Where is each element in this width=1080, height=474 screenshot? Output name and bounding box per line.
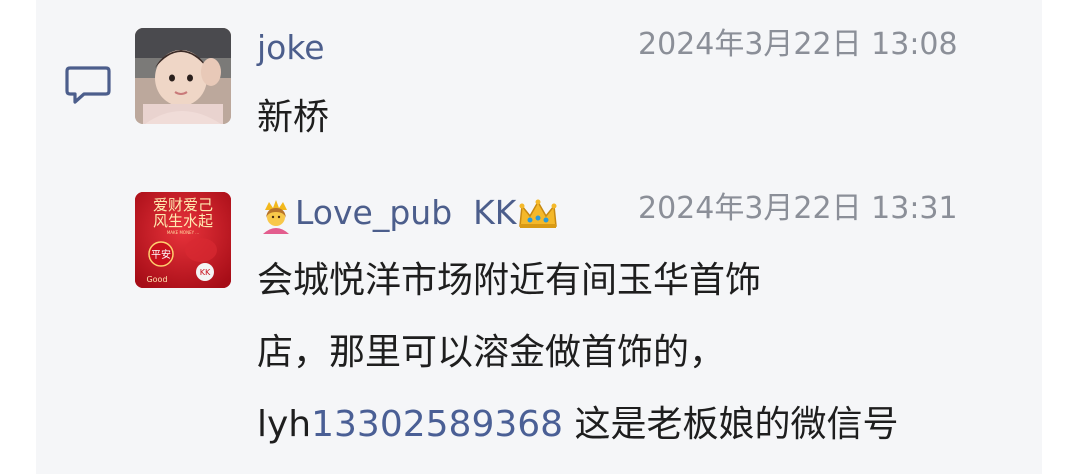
- comment-timestamp: 2024年3月22日 13:08: [638, 27, 958, 62]
- comment-text-line: 店，那里可以溶金做首饰的，: [257, 332, 726, 373]
- child-photo-icon: [135, 28, 231, 124]
- avatar-small-text: MAKE MONEY ...: [167, 230, 199, 235]
- avatar[interactable]: 爱财爱己 风生水起 MAKE MONEY ... 平安 Good KK: [135, 192, 231, 288]
- crown-icon: [519, 199, 558, 228]
- comment-timestamp: 2024年3月22日 13:31: [638, 191, 958, 226]
- comment-text: 新桥: [257, 97, 330, 138]
- avatar-middle-text: 风生水起: [153, 212, 213, 230]
- comment-text-line: lyh13302589368 这是老板娘的微信号: [257, 403, 899, 447]
- avatar[interactable]: [135, 28, 231, 124]
- comment-author[interactable]: joke: [257, 28, 325, 68]
- comment-author-row[interactable]: Love_pub KK: [257, 193, 560, 234]
- avatar-kk-text: KK: [200, 268, 211, 277]
- avatar-badge-text: 平安: [151, 248, 171, 261]
- phone-number-link[interactable]: 13302589368: [311, 404, 563, 445]
- avatar-good-text: Good: [146, 275, 167, 284]
- person-emoji-icon: [263, 199, 289, 234]
- comment-bubble-icon[interactable]: [64, 64, 112, 106]
- comment-text-line: 会城悦洋市场附近有间玉华首饰: [257, 260, 762, 301]
- lucky-money-avatar-icon: 爱财爱己 风生水起 MAKE MONEY ... 平安 Good KK: [135, 192, 231, 288]
- comment-author[interactable]: Love_pub KK: [295, 193, 516, 232]
- wechat-id-prefix: lyh: [257, 404, 312, 445]
- comment-text-suffix: 这是老板娘的微信号: [563, 404, 899, 445]
